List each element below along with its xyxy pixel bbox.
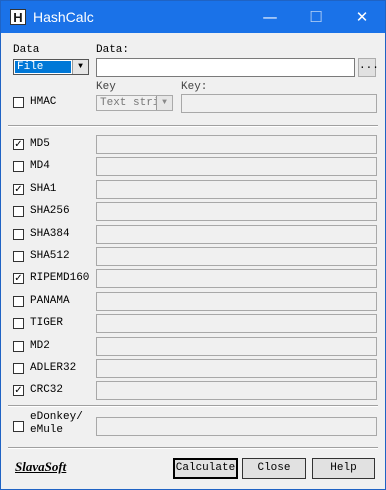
panama-label: PANAMA (30, 295, 70, 307)
separator (8, 125, 378, 127)
edonkey-label-line2: eMule (30, 424, 64, 436)
edonkey-label: eDonkey/ eMule (30, 411, 83, 437)
help-button[interactable]: Help (312, 458, 375, 479)
edonkey-hash-output[interactable] (96, 417, 377, 436)
edonkey-label-line1: eDonkey/ (30, 411, 83, 423)
calculate-button[interactable]: Calculate (173, 458, 238, 479)
ripemd160-label: RIPEMD160 (30, 272, 90, 284)
sha384-hash-output[interactable] (96, 225, 377, 244)
ripemd160-hash-output[interactable] (96, 269, 377, 288)
separator (8, 405, 378, 407)
data-label: Data: (96, 44, 130, 56)
sha256-checkbox[interactable] (13, 206, 24, 217)
chevron-down-icon[interactable]: ▼ (72, 60, 88, 74)
close-window-button[interactable]: ✕ (339, 1, 385, 33)
sha384-label: SHA384 (30, 228, 70, 240)
slavasoft-logo[interactable]: SlavaSoft (15, 459, 66, 475)
adler32-hash-output[interactable] (96, 359, 377, 378)
hmac-checkbox[interactable] (13, 97, 24, 108)
data-type-label: Data (13, 44, 40, 56)
close-button[interactable]: Close (242, 458, 306, 479)
md4-hash-output[interactable] (96, 157, 377, 176)
key-type-select[interactable]: Text stri ▼ (96, 95, 173, 111)
key-type-value: Text stri (100, 97, 160, 109)
title-bar[interactable]: H HashCalc — ☐ ✕ (1, 1, 385, 33)
sha1-hash-output[interactable] (96, 180, 377, 199)
sha384-checkbox[interactable] (13, 229, 24, 240)
sha256-label: SHA256 (30, 205, 70, 217)
md5-label: MD5 (30, 138, 50, 150)
edonkey-checkbox[interactable] (13, 421, 24, 432)
sha256-hash-output[interactable] (96, 202, 377, 221)
sha512-label: SHA512 (30, 250, 70, 262)
data-type-select[interactable]: File ▼ (13, 59, 89, 75)
sha512-checkbox[interactable] (13, 251, 24, 262)
crc32-hash-output[interactable] (96, 381, 377, 400)
browse-button[interactable]: ... (358, 58, 379, 77)
md2-hash-output[interactable] (96, 337, 377, 356)
md2-checkbox[interactable] (13, 341, 24, 352)
panama-checkbox[interactable] (13, 296, 24, 307)
minimize-button[interactable]: — (247, 1, 293, 33)
data-type-value: File (15, 61, 71, 73)
window-title: HashCalc (33, 9, 94, 25)
tiger-hash-output[interactable] (96, 314, 377, 333)
adler32-checkbox[interactable] (13, 363, 24, 374)
data-input[interactable] (96, 58, 355, 77)
crc32-checkbox[interactable]: ✓ (13, 385, 24, 396)
maximize-button[interactable]: ☐ (293, 1, 339, 33)
ripemd160-checkbox[interactable]: ✓ (13, 273, 24, 284)
hmac-label: HMAC (30, 96, 57, 108)
separator (8, 447, 378, 449)
tiger-label: TIGER (30, 317, 64, 329)
hashcalc-window: H HashCalc — ☐ ✕ Data File ▼ Data: ... H… (0, 0, 386, 490)
adler32-label: ADLER32 (30, 362, 77, 374)
key-input[interactable] (181, 94, 377, 113)
chevron-down-icon[interactable]: ▼ (156, 96, 172, 110)
md4-label: MD4 (30, 160, 50, 172)
app-icon: H (10, 9, 26, 25)
sha512-hash-output[interactable] (96, 247, 377, 266)
sha1-checkbox[interactable]: ✓ (13, 184, 24, 195)
md2-label: MD2 (30, 340, 50, 352)
sha1-label: SHA1 (30, 183, 57, 195)
key-label: Key: (181, 81, 208, 93)
crc32-label: CRC32 (30, 384, 64, 396)
tiger-checkbox[interactable] (13, 318, 24, 329)
panama-hash-output[interactable] (96, 292, 377, 311)
md4-checkbox[interactable] (13, 161, 24, 172)
md5-hash-output[interactable] (96, 135, 377, 154)
md5-checkbox[interactable]: ✓ (13, 139, 24, 150)
key-type-label: Key (96, 81, 116, 93)
